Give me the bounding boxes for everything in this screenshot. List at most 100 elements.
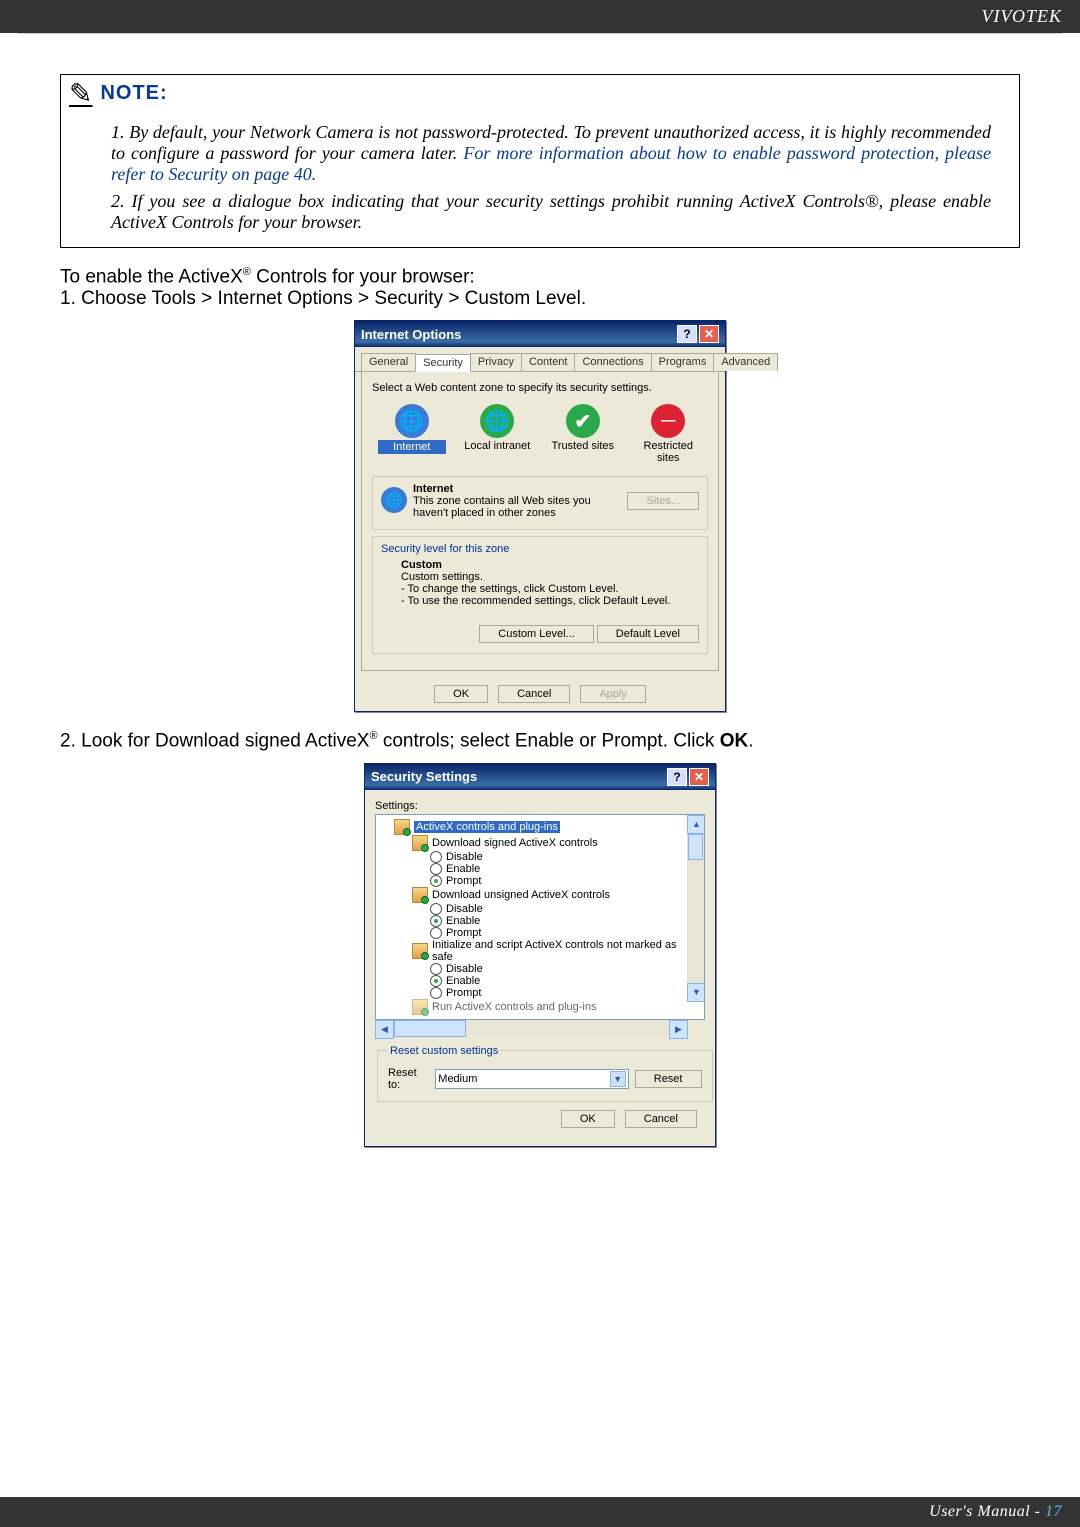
zone-restricted-sites[interactable]: ─ Restricted sites	[635, 404, 703, 464]
body2-c: .	[748, 731, 753, 752]
note-title: NOTE:	[100, 82, 167, 105]
tab-content[interactable]: Content	[521, 353, 576, 371]
opt-disable: Disable	[446, 903, 483, 915]
pencil-icon: ✎	[69, 77, 92, 110]
io-tabs: General Security Privacy Content Connect…	[355, 347, 725, 372]
registered-icon: ®	[243, 266, 251, 278]
opt-prompt: Prompt	[446, 875, 481, 887]
globe-icon: 🌐	[381, 487, 407, 513]
radio-disable[interactable]	[430, 851, 442, 863]
scroll-right-icon[interactable]: ▶	[669, 1020, 688, 1039]
ss-titlebar[interactable]: Security Settings ? ✕	[365, 764, 715, 790]
h-scrollbar[interactable]: ◀ ▶	[375, 1020, 688, 1037]
chevron-down-icon: ▼	[610, 1071, 626, 1087]
opt-prompt: Prompt	[446, 927, 481, 939]
ok-button[interactable]: OK	[561, 1110, 615, 1128]
custom-sub: Custom settings.	[401, 571, 483, 583]
ss-title: Security Settings	[371, 769, 477, 784]
opt-enable: Enable	[446, 863, 480, 875]
globe-icon: 🌐	[395, 404, 429, 438]
radio-enable[interactable]	[430, 863, 442, 875]
reset-to-select[interactable]: Medium ▼	[435, 1069, 628, 1089]
scroll-left-icon[interactable]: ◀	[375, 1020, 394, 1039]
zone-trusted-sites[interactable]: ✔ Trusted sites	[549, 404, 617, 464]
body-step2: 2. Look for Download signed ActiveX® con…	[60, 730, 1020, 752]
tab-privacy[interactable]: Privacy	[470, 353, 522, 371]
sec-level-group: Security level for this zone Custom Cust…	[372, 536, 708, 654]
custom-level-button[interactable]: Custom Level...	[479, 625, 593, 643]
cancel-button[interactable]: Cancel	[625, 1110, 697, 1128]
restricted-icon: ─	[651, 404, 685, 438]
note-box: ✎ NOTE: 1. By default, your Network Came…	[60, 74, 1020, 248]
body-step1: To enable the ActiveX® Controls for your…	[60, 266, 1020, 310]
category-icon	[394, 819, 410, 835]
tab-advanced[interactable]: Advanced	[713, 353, 778, 371]
brand-header: VIVOTEK	[0, 0, 1080, 33]
settings-tree[interactable]: ActiveX controls and plug-ins Download s…	[375, 814, 705, 1020]
tab-security[interactable]: Security	[415, 354, 471, 372]
intranet-icon: 🌐	[480, 404, 514, 438]
note-list: 1. By default, your Network Camera is no…	[61, 112, 1019, 247]
custom-title: Custom	[401, 559, 442, 571]
zone-internet-label: Internet	[378, 440, 446, 454]
note-item1-num: 1.	[111, 122, 129, 142]
zone-internet[interactable]: 🌐 Internet	[378, 404, 446, 464]
reset-button[interactable]: Reset	[635, 1070, 702, 1088]
reset-to-value: Medium	[438, 1073, 477, 1085]
zone-name: Internet	[413, 483, 453, 495]
radio-prompt[interactable]	[430, 927, 442, 939]
radio-enable[interactable]	[430, 975, 442, 987]
body1-line2: 1. Choose Tools > Internet Options > Sec…	[60, 288, 586, 309]
custom-line2: - To use the recommended settings, click…	[401, 595, 670, 607]
help-button[interactable]: ?	[677, 325, 697, 343]
note-item2: If you see a dialogue box indicating tha…	[111, 191, 991, 232]
io-titlebar[interactable]: Internet Options ? ✕	[355, 321, 725, 347]
close-button[interactable]: ✕	[689, 768, 709, 786]
custom-line1: - To change the settings, click Custom L…	[401, 583, 618, 595]
category-icon	[412, 835, 428, 851]
note-item2-num: 2.	[111, 191, 131, 211]
radio-prompt[interactable]	[430, 987, 442, 999]
apply-button: Apply	[580, 685, 646, 703]
body2-ok: OK	[720, 731, 749, 752]
body2-b: controls; select Enable or Prompt. Click	[378, 731, 720, 752]
v-scrollbar[interactable]: ▲ ▼	[687, 815, 704, 1002]
body1-a: To enable the ActiveX	[60, 266, 243, 287]
cancel-button[interactable]: Cancel	[498, 685, 570, 703]
ok-button[interactable]: OK	[434, 685, 488, 703]
close-button[interactable]: ✕	[699, 325, 719, 343]
tab-programs[interactable]: Programs	[651, 353, 715, 371]
category-icon	[412, 999, 428, 1015]
item-init-script[interactable]: Initialize and script ActiveX controls n…	[432, 939, 700, 963]
scroll-down-icon[interactable]: ▼	[687, 983, 705, 1002]
security-settings-dialog: Security Settings ? ✕ Settings: ActiveX …	[364, 763, 716, 1147]
internet-options-dialog: Internet Options ? ✕ General Security Pr…	[354, 320, 726, 712]
radio-disable[interactable]	[430, 963, 442, 975]
radio-disable[interactable]	[430, 903, 442, 915]
reset-group: Reset custom settings Reset to: Medium ▼…	[377, 1045, 713, 1102]
cat-activex[interactable]: ActiveX controls and plug-ins	[414, 821, 560, 833]
item-truncated: Run ActiveX controls and plug-ins	[432, 1001, 612, 1013]
radio-enable[interactable]	[430, 915, 442, 927]
zone-local-intranet[interactable]: 🌐 Local intranet	[464, 404, 532, 464]
zone-info-group: 🌐 Internet This zone contains all Web si…	[372, 476, 708, 530]
opt-disable: Disable	[446, 963, 483, 975]
zone-trusted-label: Trusted sites	[549, 440, 617, 452]
item-download-unsigned[interactable]: Download unsigned ActiveX controls	[432, 889, 610, 901]
page-number: 17	[1045, 1503, 1062, 1520]
trusted-icon: ✔	[566, 404, 600, 438]
zone-restricted-label: Restricted sites	[635, 440, 703, 464]
default-level-button[interactable]: Default Level	[597, 625, 699, 643]
tab-general[interactable]: General	[361, 353, 416, 371]
reset-to-label: Reset to:	[388, 1067, 429, 1091]
radio-prompt[interactable]	[430, 875, 442, 887]
opt-prompt: Prompt	[446, 987, 481, 999]
scroll-up-icon[interactable]: ▲	[687, 815, 705, 834]
tab-connections[interactable]: Connections	[574, 353, 651, 371]
opt-enable: Enable	[446, 915, 480, 927]
body1-b: Controls for your browser:	[251, 266, 475, 287]
help-button[interactable]: ?	[667, 768, 687, 786]
body2-a: 2. Look for Download signed ActiveX	[60, 731, 369, 752]
category-icon	[412, 943, 428, 959]
item-download-signed[interactable]: Download signed ActiveX controls	[432, 837, 598, 849]
